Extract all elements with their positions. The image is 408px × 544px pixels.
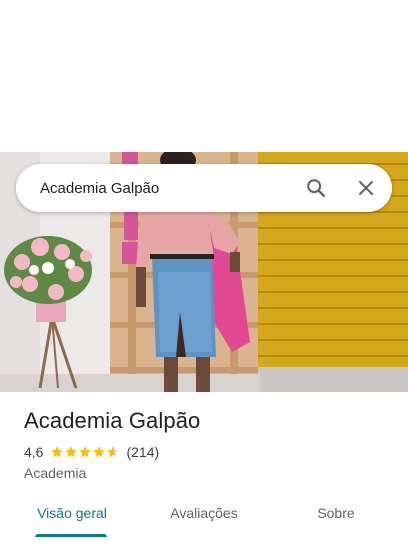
star-icon	[93, 446, 106, 458]
close-button[interactable]	[348, 170, 384, 206]
rating-stars	[50, 445, 120, 459]
rating-value: 4,6	[24, 444, 44, 460]
rating-row[interactable]: 4,6 (214)	[24, 444, 159, 460]
close-icon	[359, 181, 373, 195]
tab-label: Avaliações	[170, 505, 238, 521]
tab-label: Visão geral	[37, 505, 107, 521]
star-icon	[65, 446, 78, 458]
search-button[interactable]	[298, 170, 334, 206]
review-count[interactable]: (214)	[126, 444, 159, 460]
search-icon	[307, 179, 325, 197]
tab-label: Sobre	[317, 505, 355, 521]
place-category: Academia	[24, 465, 87, 481]
star-icon	[79, 446, 92, 458]
tab-bar: Visão geral Avaliações Sobre	[0, 494, 408, 544]
search-input[interactable]: Academia Galpão	[40, 180, 298, 197]
active-tab-indicator	[35, 534, 107, 537]
search-bar[interactable]: Academia Galpão	[16, 164, 392, 212]
place-name: Academia Galpão	[24, 408, 201, 433]
tab-reviews[interactable]: Avaliações	[152, 494, 256, 544]
star-icon	[107, 446, 120, 458]
star-icon	[51, 446, 64, 458]
tab-about[interactable]: Sobre	[284, 494, 388, 544]
